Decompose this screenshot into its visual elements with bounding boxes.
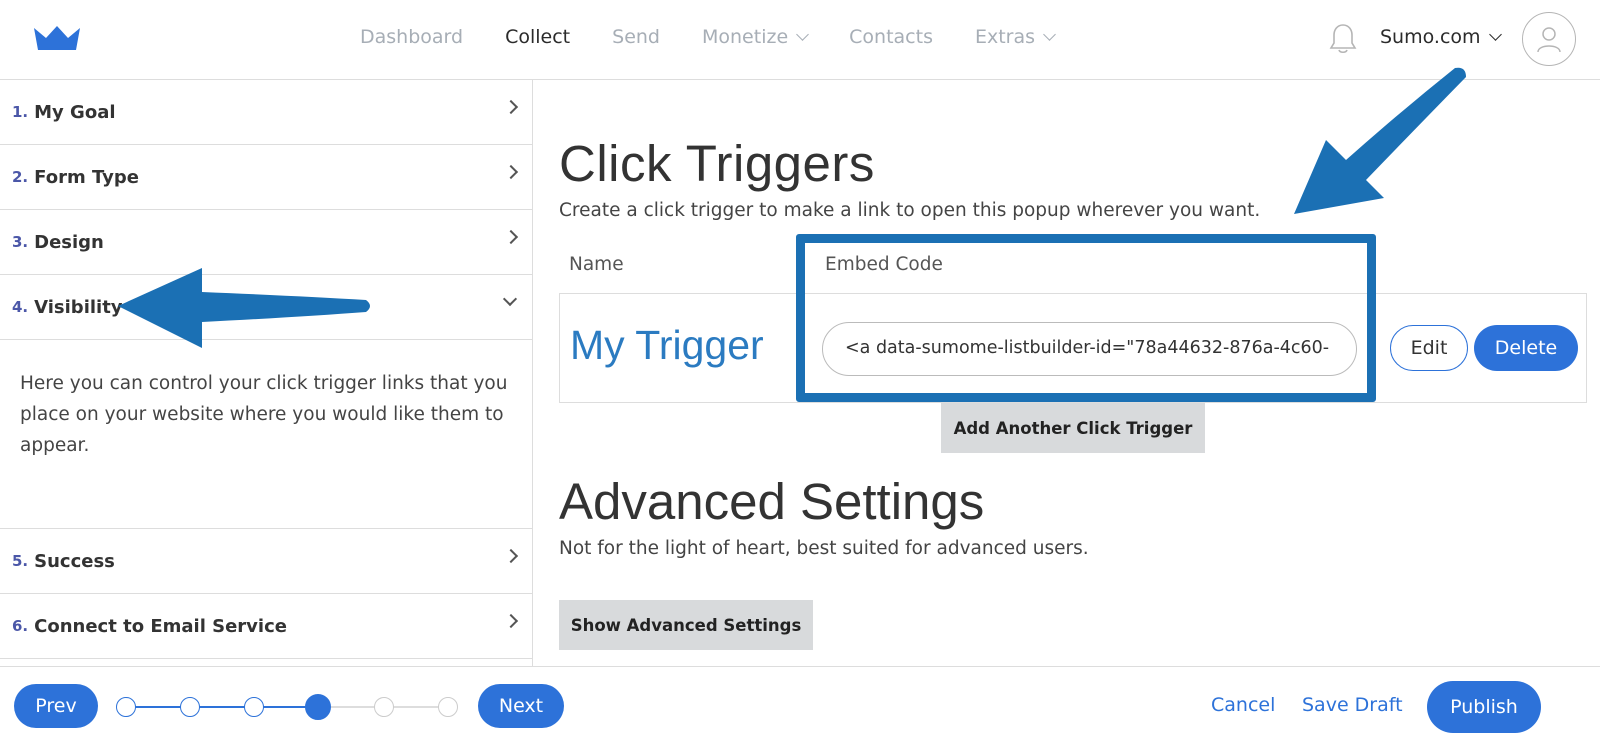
step-number: 4. [12, 298, 29, 316]
chevron-right-icon [503, 613, 519, 629]
add-click-trigger-button[interactable]: Add Another Click Trigger [941, 403, 1205, 453]
advanced-settings-title: Advanced Settings [559, 473, 985, 530]
crown-icon[interactable] [32, 24, 82, 54]
advanced-settings-subtitle: Not for the light of heart, best suited … [559, 538, 1089, 559]
nav-contacts-label: Contacts [849, 26, 933, 48]
page-subtitle: Create a click trigger to make a link to… [559, 200, 1261, 221]
step-label: Success [34, 550, 115, 572]
edit-button[interactable]: Edit [1390, 325, 1468, 371]
visibility-description: Here you can control your click trigger … [0, 340, 532, 529]
step-number: 1. [12, 103, 29, 121]
step-success[interactable]: 5. Success [0, 529, 532, 594]
step-connect-email[interactable]: 6. Connect to Email Service [0, 594, 532, 659]
step-number: 5. [12, 552, 29, 570]
step-number: 2. [12, 168, 29, 186]
chevron-down-icon [796, 27, 810, 41]
annotation-highlight-box [796, 234, 1376, 402]
chevron-down-icon [502, 291, 518, 307]
nav-contacts[interactable]: Contacts [849, 26, 933, 48]
account-menu[interactable]: Sumo.com [1380, 26, 1502, 48]
column-header-name: Name [569, 254, 624, 275]
chevron-right-icon [503, 164, 519, 180]
nav-monetize[interactable]: Monetize [702, 26, 810, 48]
wizard-footer: Prev Next Cancel Save Draft Publish [0, 666, 1600, 742]
nav-extras-label: Extras [974, 26, 1036, 48]
progress-dot-current[interactable] [305, 694, 331, 720]
chevron-right-icon [503, 548, 519, 564]
step-form-type[interactable]: 2. Form Type [0, 145, 532, 210]
step-design[interactable]: 3. Design [0, 210, 532, 275]
progress-dot[interactable] [180, 697, 200, 717]
show-advanced-settings-button[interactable]: Show Advanced Settings [559, 600, 813, 650]
chevron-right-icon [503, 99, 519, 115]
chevron-right-icon [503, 229, 519, 245]
nav-dashboard[interactable]: Dashboard [360, 26, 463, 48]
progress-dot[interactable] [116, 697, 136, 717]
prev-button[interactable]: Prev [14, 684, 98, 728]
step-label: Connect to Email Service [34, 615, 287, 637]
chevron-down-icon [1488, 27, 1502, 41]
step-my-goal[interactable]: 1. My Goal [0, 80, 532, 145]
cancel-link[interactable]: Cancel [1211, 694, 1275, 716]
nav-collect-label: Collect [505, 26, 571, 48]
step-number: 3. [12, 233, 29, 251]
nav-extras[interactable]: Extras [974, 26, 1056, 48]
step-label: Design [34, 231, 104, 253]
account-label: Sumo.com [1380, 26, 1481, 48]
chevron-down-icon [1043, 27, 1056, 41]
progress-line-done [126, 706, 316, 708]
step-label: Form Type [34, 166, 139, 188]
step-label: Visibility [34, 296, 123, 318]
main-nav: Dashboard Collect Send Monetize Contacts… [360, 26, 1096, 48]
progress-dot[interactable] [244, 697, 264, 717]
progress-dot[interactable] [438, 697, 458, 717]
nav-send[interactable]: Send [612, 26, 660, 48]
progress-dot[interactable] [374, 697, 394, 717]
user-icon[interactable] [1522, 12, 1576, 66]
publish-button[interactable]: Publish [1427, 681, 1541, 733]
nav-dashboard-label: Dashboard [360, 26, 464, 48]
nav-monetize-label: Monetize [702, 26, 789, 48]
delete-button[interactable]: Delete [1474, 325, 1578, 371]
trigger-name[interactable]: My Trigger [570, 322, 764, 369]
nav-collect[interactable]: Collect [505, 26, 570, 48]
bell-icon[interactable] [1328, 22, 1358, 56]
page-title: Click Triggers [559, 135, 875, 192]
nav-send-label: Send [612, 26, 660, 48]
step-number: 6. [12, 617, 29, 635]
steps-sidebar: 1. My Goal 2. Form Type 3. Design 4. Vis… [0, 80, 533, 666]
save-draft-link[interactable]: Save Draft [1302, 694, 1403, 716]
step-progress [116, 693, 461, 721]
top-navigation-bar: Dashboard Collect Send Monetize Contacts… [0, 0, 1600, 80]
step-visibility[interactable]: 4. Visibility [0, 275, 532, 340]
next-button[interactable]: Next [478, 684, 564, 728]
step-label: My Goal [34, 101, 116, 123]
